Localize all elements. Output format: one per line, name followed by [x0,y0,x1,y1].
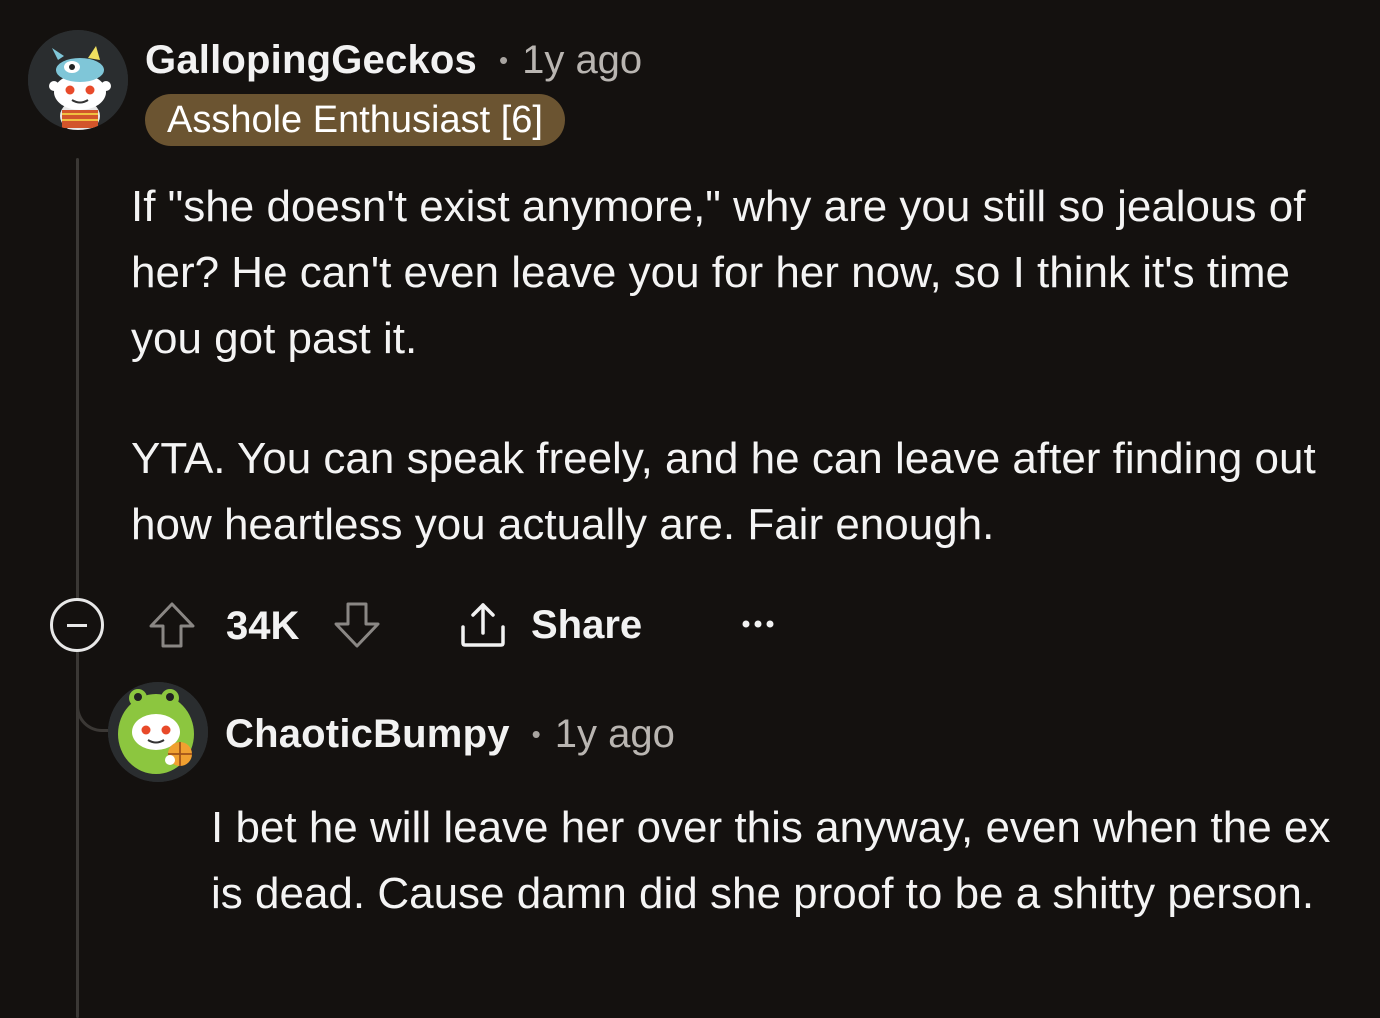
comment-thread: GallopingGeckos • 1y ago Asshole Enthusi… [0,0,1380,1018]
reply-paragraph: I bet he will leave her over this anyway… [211,803,1331,918]
username[interactable]: ChaoticBumpy [225,712,510,757]
avatar[interactable] [28,30,128,130]
reply-header: ChaoticBumpy • 1y ago [225,708,675,760]
thread-line[interactable] [76,158,79,1018]
timestamp[interactable]: 1y ago [555,712,675,757]
comment-body: If "she doesn't exist anymore," why are … [131,174,1361,558]
share-icon [461,603,505,647]
share-label: Share [531,602,643,647]
reply-body: I bet he will leave her over this anyway… [211,795,1361,927]
comment-paragraph: If "she doesn't exist anymore," why are … [131,182,1306,363]
comment-header: GallopingGeckos • 1y ago [145,34,642,86]
user-flair: Asshole Enthusiast [6] [145,94,565,146]
downvote-icon[interactable] [330,598,384,652]
vote-score: 34K [226,604,300,648]
snoo-avatar-icon [28,30,128,130]
share-button[interactable]: Share [455,596,642,654]
timestamp[interactable]: 1y ago [522,38,642,83]
collapse-thread-button[interactable] [50,598,104,652]
separator-dot: • [531,718,541,749]
avatar[interactable] [108,682,208,782]
snoo-avatar-icon [108,682,208,782]
separator-dot: • [498,44,509,75]
upvote-icon[interactable] [145,598,199,652]
more-options-icon[interactable] [738,604,778,644]
comment-paragraph: YTA. You can speak freely, and he can le… [131,434,1316,549]
username[interactable]: GallopingGeckos [145,38,477,83]
comment-action-bar: 34K Share [50,596,810,656]
